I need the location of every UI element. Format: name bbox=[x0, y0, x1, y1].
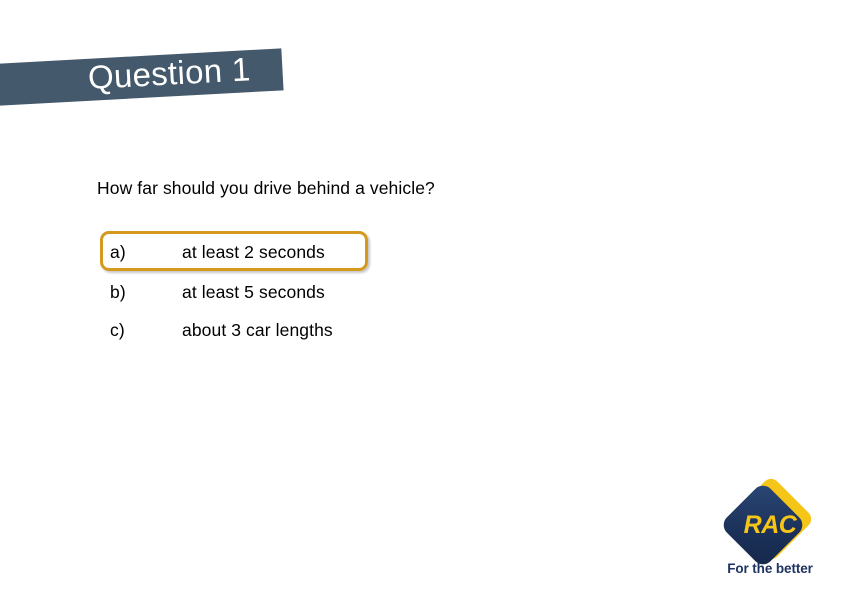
page-title: Question 1. bbox=[87, 49, 261, 98]
title-banner-shape bbox=[0, 48, 284, 106]
rac-logo-wordmark: RAC bbox=[743, 511, 797, 539]
answer-option-c[interactable]: c) about 3 car lengths bbox=[110, 316, 333, 344]
rac-logo: RAC For the better bbox=[711, 475, 829, 583]
title-banner: Question 1. bbox=[0, 46, 300, 116]
answer-option-c-text: about 3 car lengths bbox=[182, 319, 333, 340]
answer-option-a-text: at least 2 seconds bbox=[182, 241, 325, 262]
page-title-text: Question 1 bbox=[86, 50, 252, 96]
answer-option-a[interactable]: a) at least 2 seconds bbox=[110, 238, 325, 266]
question-prompt: How far should you drive behind a vehicl… bbox=[97, 178, 435, 198]
page-title-period: . bbox=[249, 49, 261, 88]
slide-canvas: Question 1. How far should you drive beh… bbox=[0, 0, 842, 595]
answer-option-a-letter: a) bbox=[110, 241, 126, 262]
answer-option-b[interactable]: b) at least 5 seconds bbox=[110, 278, 325, 306]
answer-option-c-letter: c) bbox=[110, 319, 125, 340]
answer-option-b-text: at least 5 seconds bbox=[182, 281, 325, 302]
answer-option-b-letter: b) bbox=[110, 281, 126, 302]
rac-logo-tagline: For the better bbox=[727, 561, 813, 576]
